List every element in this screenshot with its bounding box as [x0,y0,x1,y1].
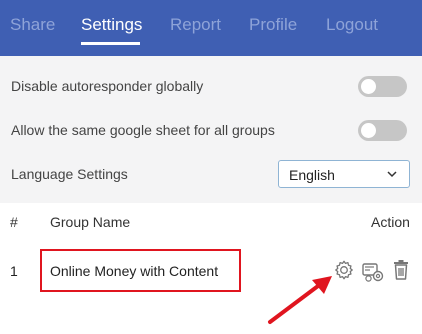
column-header-index: # [10,214,18,230]
group-name-highlight [40,249,241,292]
disable-autoresponder-toggle[interactable] [358,76,407,97]
column-header-group-name: Group Name [50,214,131,230]
same-sheet-toggle[interactable] [358,120,407,141]
same-sheet-label: Allow the same google sheet for all grou… [11,122,275,138]
chevron-down-icon [387,171,397,178]
active-tab-indicator [81,42,140,45]
toggle-knob [361,79,376,94]
language-settings-label: Language Settings [11,166,128,182]
red-arrow-annotation [268,276,332,324]
tab-profile[interactable]: Profile [249,15,297,35]
tab-report[interactable]: Report [170,15,221,35]
column-header-action: Action [371,214,410,230]
language-select[interactable]: English [278,160,410,188]
top-nav: Share Settings Report Profile Logout [0,0,422,56]
trash-icon[interactable] [391,259,411,281]
language-select-value: English [289,167,335,183]
disable-autoresponder-label: Disable autoresponder globally [11,78,204,94]
row-index: 1 [10,263,18,279]
tab-settings[interactable]: Settings [81,15,142,35]
toggle-knob [361,123,376,138]
settings-cogs-icon[interactable] [361,259,385,283]
tab-logout[interactable]: Logout [326,15,378,35]
tab-share[interactable]: Share [10,15,55,35]
